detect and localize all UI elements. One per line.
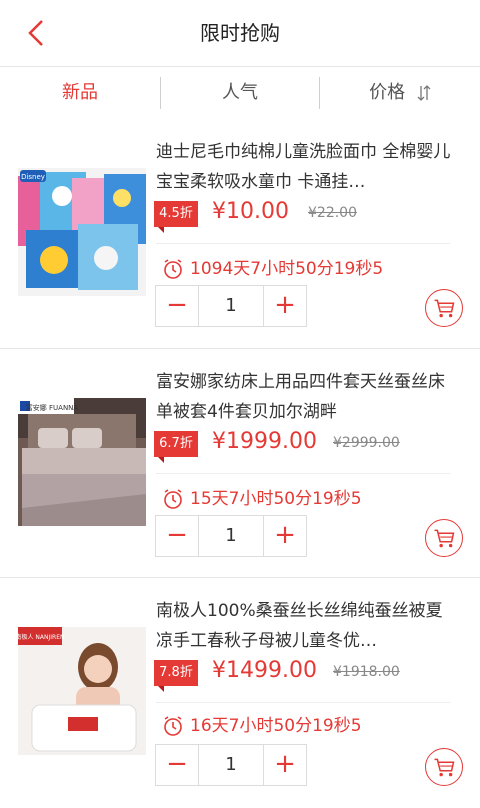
tab-bar: 新品 人气 价格: [0, 67, 480, 120]
clock-icon: [164, 489, 182, 509]
quantity-value[interactable]: 1: [199, 745, 263, 785]
product-image[interactable]: 富安娜 FUANNA: [18, 398, 146, 526]
product-card[interactable]: 富安娜 FUANNA 富安娜家纺床上用品四件套天丝蚕丝床单被套4件套贝加尔湖畔 …: [0, 349, 480, 579]
decrease-button[interactable]: −: [156, 745, 199, 785]
product-title[interactable]: 南极人100%桑蚕丝长丝绵纯蚕丝被夏凉手工春秋子母被儿童冬优…: [156, 596, 456, 656]
discount-badge: 4.5折: [154, 201, 198, 233]
row-divider: [156, 473, 450, 474]
countdown-text: 15天7小时50分19秒5: [190, 489, 362, 509]
brand-logo: 富安娜 FUANNA: [26, 403, 79, 412]
quantity-value[interactable]: 1: [199, 286, 263, 326]
increase-button[interactable]: +: [263, 516, 306, 556]
original-price: ¥22.00: [308, 205, 357, 221]
brand-logo: 南极人 NANJIREN: [18, 633, 64, 641]
cart-icon[interactable]: [425, 748, 463, 786]
clock-icon: [164, 716, 182, 736]
cart-icon[interactable]: [425, 289, 463, 327]
increase-button[interactable]: +: [263, 286, 306, 326]
quantity-stepper: − 1 +: [155, 744, 307, 786]
original-price: ¥1918.00: [333, 664, 400, 680]
product-card[interactable]: 南极人 NANJIREN 南极人100%桑蚕丝长丝绵纯蚕丝被夏凉手工春秋子母被儿…: [0, 578, 480, 808]
sale-price: ¥1499.00: [212, 658, 317, 683]
countdown-text: 1094天7小时50分19秒5: [190, 259, 384, 279]
product-title[interactable]: 迪士尼毛巾纯棉儿童洗脸面巾 全棉婴儿宝宝柔软吸水童巾 卡通挂…: [156, 137, 456, 197]
decrease-button[interactable]: −: [156, 286, 199, 326]
product-image[interactable]: Disney: [18, 168, 146, 296]
discount-badge: 7.8折: [154, 660, 198, 692]
brand-logo: Disney: [21, 173, 45, 181]
quantity-value[interactable]: 1: [199, 516, 263, 556]
discount-badge: 6.7折: [154, 431, 198, 463]
sale-price: ¥1999.00: [212, 429, 317, 454]
countdown-text: 16天7小时50分19秒5: [190, 716, 362, 736]
quantity-stepper: − 1 +: [155, 515, 307, 557]
countdown: 16天7小时50分19秒5: [162, 712, 362, 740]
row-divider: [156, 702, 450, 703]
tab-price[interactable]: 价格: [320, 67, 480, 119]
top-bar: 限时抢购: [0, 0, 480, 67]
product-image[interactable]: 南极人 NANJIREN: [18, 627, 146, 755]
increase-button[interactable]: +: [263, 745, 306, 785]
original-price: ¥2999.00: [333, 435, 400, 451]
product-title[interactable]: 富安娜家纺床上用品四件套天丝蚕丝床单被套4件套贝加尔湖畔: [156, 367, 456, 427]
row-divider: [156, 243, 450, 244]
product-card[interactable]: Disney 迪士尼毛巾纯棉儿童洗脸面巾 全棉婴儿宝宝柔软吸水童巾 卡通挂… 4…: [0, 119, 480, 349]
clock-icon: [164, 259, 182, 279]
tab-new[interactable]: 新品: [0, 67, 160, 119]
tab-popular[interactable]: 人气: [161, 67, 319, 119]
tab-price-label: 价格: [369, 82, 406, 103]
countdown: 1094天7小时50分19秒5: [162, 255, 383, 283]
cart-icon[interactable]: [425, 519, 463, 557]
quantity-stepper: − 1 +: [155, 285, 307, 327]
page-title: 限时抢购: [200, 21, 280, 45]
countdown: 15天7小时50分19秒5: [162, 485, 362, 513]
sale-price: ¥10.00: [212, 199, 289, 224]
decrease-button[interactable]: −: [156, 516, 199, 556]
sort-icon: [417, 85, 431, 101]
